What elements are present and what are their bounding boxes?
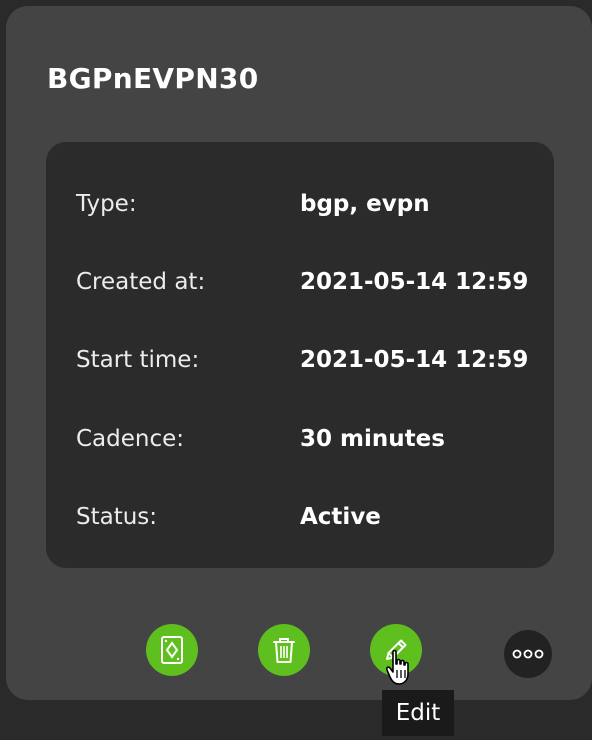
detail-value: 30 minutes (300, 426, 445, 452)
detail-label: Created at: (76, 269, 206, 295)
card-title: BGPnEVPN30 (47, 62, 259, 95)
detail-label: Status: (76, 504, 158, 530)
detail-label: Cadence: (76, 426, 185, 452)
job-card: BGPnEVPN30 Type: bgp, evpn Created at: 2… (6, 6, 592, 700)
detail-label: Start time: (76, 347, 200, 373)
detail-label: Type: (76, 191, 137, 217)
view-card-button[interactable] (146, 624, 198, 676)
ellipsis-icon (512, 649, 544, 659)
detail-value: Active (300, 504, 381, 530)
edit-button[interactable] (370, 624, 422, 676)
edit-tooltip: Edit (382, 690, 454, 736)
card-icon (161, 636, 183, 664)
pencil-icon (386, 639, 407, 660)
detail-row-start-time: Start time: 2021-05-14 12:59 (46, 340, 554, 380)
detail-row-status: Status: Active (46, 497, 554, 537)
detail-row-cadence: Cadence: 30 minutes (46, 419, 554, 459)
detail-row-type: Type: bgp, evpn (46, 184, 554, 224)
detail-value: bgp, evpn (300, 191, 430, 217)
more-options-button[interactable] (504, 630, 552, 678)
detail-value: 2021-05-14 12:59 (300, 269, 529, 295)
detail-row-created-at: Created at: 2021-05-14 12:59 (46, 262, 554, 302)
detail-value: 2021-05-14 12:59 (300, 347, 529, 373)
delete-button[interactable] (258, 624, 310, 676)
details-panel: Type: bgp, evpn Created at: 2021-05-14 1… (46, 142, 554, 568)
trash-icon (273, 638, 295, 663)
